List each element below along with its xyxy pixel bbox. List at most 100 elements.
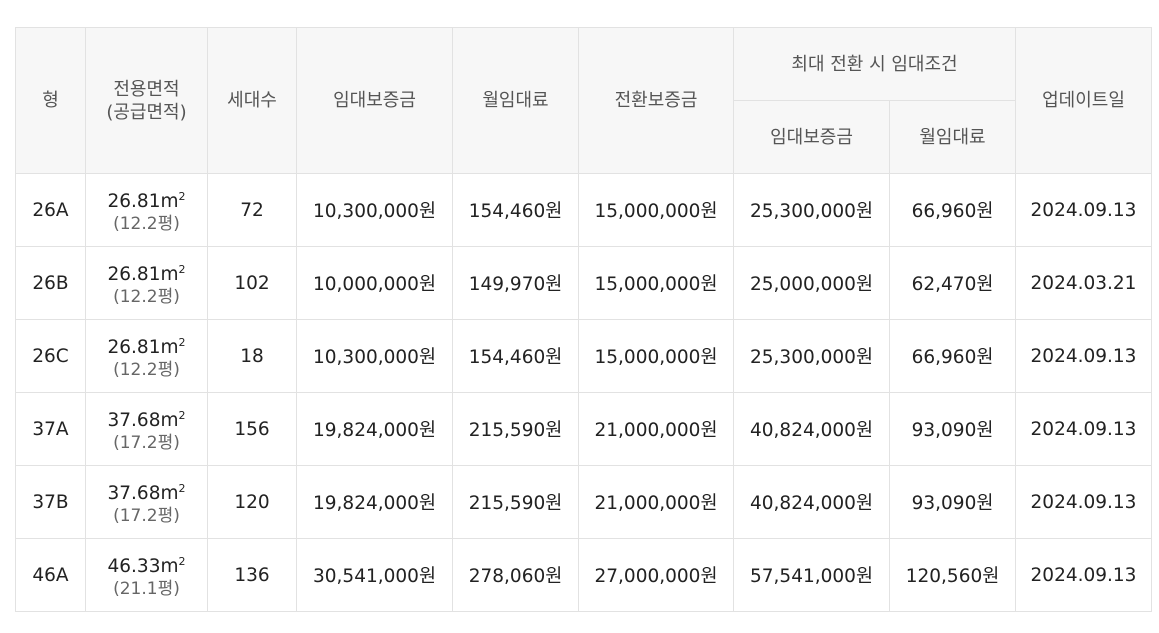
cell-max-monthly-rent: 120,560원 <box>889 538 1016 612</box>
table-body: 26A 26.81m2 (12.2평) 72 10,300,000원 154,4… <box>15 173 1152 612</box>
table-row: 26C 26.81m2 (12.2평) 18 10,300,000원 154,4… <box>15 319 1152 393</box>
cell-area-value: 46.33m <box>107 555 179 577</box>
rental-conditions-table: 형 전용면적 (공급면적) 세대수 임대보증금 월임대료 전환보증금 최대 전환… <box>15 27 1152 612</box>
cell-type: 46A <box>15 538 86 612</box>
cell-area-supply: (17.2평) <box>113 505 180 526</box>
table-row: 46A 46.33m2 (21.1평) 136 30,541,000원 278,… <box>15 538 1152 612</box>
cell-max-monthly-rent: 93,090원 <box>889 465 1016 539</box>
cell-conversion-deposit: 21,000,000원 <box>578 465 734 539</box>
cell-conversion-deposit: 27,000,000원 <box>578 538 734 612</box>
cell-conversion-deposit: 15,000,000원 <box>578 319 734 393</box>
cell-max-deposit: 40,824,000원 <box>733 392 890 466</box>
cell-updated: 2024.09.13 <box>1015 173 1152 247</box>
cell-deposit: 10,300,000원 <box>296 173 453 247</box>
cell-area: 37.68m2 (17.2평) <box>85 465 208 539</box>
cell-area: 26.81m2 (12.2평) <box>85 173 208 247</box>
cell-type: 26B <box>15 246 86 320</box>
cell-monthly-rent: 215,590원 <box>452 392 579 466</box>
table-row: 37A 37.68m2 (17.2평) 156 19,824,000원 215,… <box>15 392 1152 466</box>
cell-max-monthly-rent: 66,960원 <box>889 173 1016 247</box>
cell-area-value: 26.81m <box>107 263 179 285</box>
cell-households: 102 <box>207 246 297 320</box>
cell-deposit: 30,541,000원 <box>296 538 453 612</box>
cell-type: 37B <box>15 465 86 539</box>
cell-area-unit-sup: 2 <box>178 189 186 203</box>
cell-area: 26.81m2 (12.2평) <box>85 319 208 393</box>
cell-area-supply: (12.2평) <box>113 213 180 234</box>
cell-deposit: 10,300,000원 <box>296 319 453 393</box>
cell-updated: 2024.09.13 <box>1015 392 1152 466</box>
cell-area-exclusive: 26.81m2 <box>86 259 207 286</box>
header-households: 세대수 <box>207 27 297 174</box>
rental-conditions-table-wrapper: 형 전용면적 (공급면적) 세대수 임대보증금 월임대료 전환보증금 최대 전환… <box>15 27 1152 612</box>
cell-updated: 2024.09.13 <box>1015 538 1152 612</box>
cell-area-unit-sup: 2 <box>178 262 186 276</box>
cell-area-unit-sup: 2 <box>178 408 186 422</box>
header-type: 형 <box>15 27 86 174</box>
cell-max-deposit: 25,300,000원 <box>733 319 890 393</box>
cell-monthly-rent: 154,460원 <box>452 319 579 393</box>
cell-area-unit-sup: 2 <box>178 554 186 568</box>
header-area: 전용면적 (공급면적) <box>85 27 208 174</box>
table-row: 26A 26.81m2 (12.2평) 72 10,300,000원 154,4… <box>15 173 1152 247</box>
table-header: 형 전용면적 (공급면적) 세대수 임대보증금 월임대료 전환보증금 최대 전환… <box>15 27 1152 174</box>
header-conversion-deposit: 전환보증금 <box>578 27 734 174</box>
cell-area-exclusive: 37.68m2 <box>86 478 207 505</box>
cell-area: 37.68m2 (17.2평) <box>85 392 208 466</box>
cell-area-supply: (12.2평) <box>113 286 180 307</box>
header-area-line1: 전용면적 <box>113 78 180 100</box>
cell-area-exclusive: 37.68m2 <box>86 405 207 432</box>
header-updated: 업데이트일 <box>1015 27 1152 174</box>
cell-monthly-rent: 215,590원 <box>452 465 579 539</box>
cell-households: 72 <box>207 173 297 247</box>
cell-monthly-rent: 154,460원 <box>452 173 579 247</box>
cell-deposit: 19,824,000원 <box>296 465 453 539</box>
cell-conversion-deposit: 21,000,000원 <box>578 392 734 466</box>
cell-updated: 2024.03.21 <box>1015 246 1152 320</box>
cell-area-unit-sup: 2 <box>178 335 186 349</box>
cell-updated: 2024.09.13 <box>1015 319 1152 393</box>
cell-area-value: 26.81m <box>107 336 179 358</box>
cell-max-monthly-rent: 66,960원 <box>889 319 1016 393</box>
cell-households: 136 <box>207 538 297 612</box>
cell-area: 26.81m2 (12.2평) <box>85 246 208 320</box>
table-row: 37B 37.68m2 (17.2평) 120 19,824,000원 215,… <box>15 465 1152 539</box>
cell-households: 156 <box>207 392 297 466</box>
cell-area-supply: (17.2평) <box>113 432 180 453</box>
cell-type: 26C <box>15 319 86 393</box>
cell-max-deposit: 40,824,000원 <box>733 465 890 539</box>
table-row: 26B 26.81m2 (12.2평) 102 10,000,000원 149,… <box>15 246 1152 320</box>
cell-area-exclusive: 26.81m2 <box>86 186 207 213</box>
cell-households: 18 <box>207 319 297 393</box>
cell-area-supply: (21.1평) <box>113 578 180 599</box>
cell-updated: 2024.09.13 <box>1015 465 1152 539</box>
cell-max-deposit: 57,541,000원 <box>733 538 890 612</box>
header-area-line2: (공급면적) <box>106 101 187 123</box>
cell-area: 46.33m2 (21.1평) <box>85 538 208 612</box>
cell-area-value: 37.68m <box>107 482 179 504</box>
cell-deposit: 10,000,000원 <box>296 246 453 320</box>
cell-max-monthly-rent: 93,090원 <box>889 392 1016 466</box>
cell-max-monthly-rent: 62,470원 <box>889 246 1016 320</box>
cell-area-value: 26.81m <box>107 190 179 212</box>
cell-conversion-deposit: 15,000,000원 <box>578 173 734 247</box>
header-deposit: 임대보증금 <box>296 27 453 174</box>
cell-type: 26A <box>15 173 86 247</box>
cell-monthly-rent: 278,060원 <box>452 538 579 612</box>
cell-max-deposit: 25,000,000원 <box>733 246 890 320</box>
cell-area-exclusive: 46.33m2 <box>86 551 207 578</box>
cell-conversion-deposit: 15,000,000원 <box>578 246 734 320</box>
header-row-top: 형 전용면적 (공급면적) 세대수 임대보증금 월임대료 전환보증금 최대 전환… <box>15 27 1152 174</box>
cell-monthly-rent: 149,970원 <box>452 246 579 320</box>
cell-area-value: 37.68m <box>107 409 179 431</box>
header-monthly-rent: 월임대료 <box>452 27 579 174</box>
cell-area-exclusive: 26.81m2 <box>86 332 207 359</box>
cell-area-supply: (12.2평) <box>113 359 180 380</box>
cell-max-deposit: 25,300,000원 <box>733 173 890 247</box>
header-max-deposit: 임대보증금 <box>733 100 890 174</box>
cell-deposit: 19,824,000원 <box>296 392 453 466</box>
header-max-conversion-group: 최대 전환 시 임대조건 <box>733 27 1016 101</box>
cell-type: 37A <box>15 392 86 466</box>
header-max-monthly-rent: 월임대료 <box>889 100 1016 174</box>
cell-households: 120 <box>207 465 297 539</box>
